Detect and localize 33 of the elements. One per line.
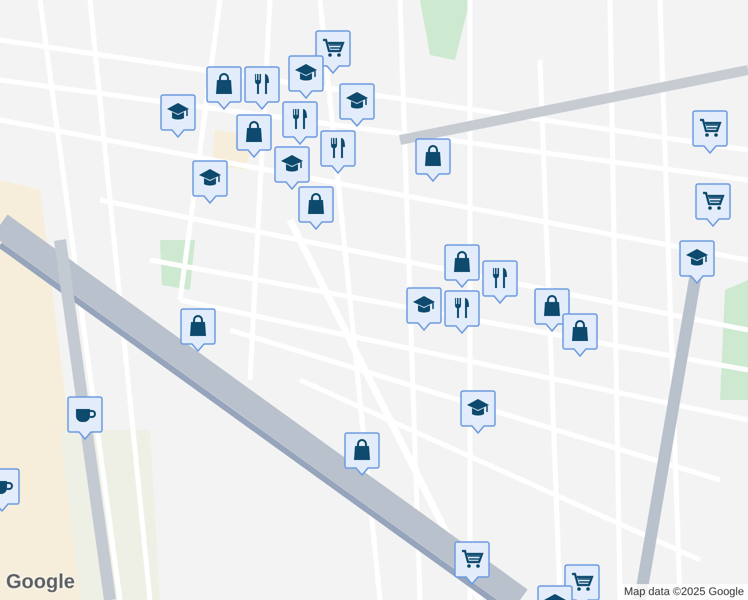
graduation-cap-icon [295,64,317,80]
fork-knife-icon [455,298,469,318]
graduation-cap-icon [686,249,708,266]
map-attribution: Map data ©2025 Google [620,584,748,600]
fork-knife-icon [293,109,307,129]
cart-icon [572,572,594,591]
coffee-cup-icon [0,481,13,494]
google-logo: Google [6,570,75,595]
graduation-cap-icon [167,103,189,120]
fork-knife-icon [331,138,345,158]
fork-knife-icon [255,74,269,94]
graduation-cap-icon [281,155,303,172]
shopping-bag-icon [572,320,588,341]
cart-icon [323,38,345,57]
shopping-bag-icon [308,193,324,214]
graduation-cap-icon [346,92,368,108]
map-pin[interactable] [564,564,600,600]
shopping-bag-icon [190,315,206,336]
shopping-bag-icon [216,73,232,94]
shopping-bag-icon [246,121,262,142]
cart-icon [703,192,725,210]
coffee-cup-icon [76,409,96,422]
cart-icon [462,550,484,568]
graduation-cap-icon [467,399,489,416]
shopping-bag-icon [544,295,560,316]
cart-icon [700,118,722,137]
graduation-cap-icon [544,594,566,600]
fork-knife-icon [493,268,507,288]
shopping-bag-icon [354,439,370,460]
shopping-bag-icon [454,251,470,272]
shopping-bag-icon [425,145,441,166]
graduation-cap-icon [199,169,221,186]
graduation-cap-icon [413,296,435,312]
